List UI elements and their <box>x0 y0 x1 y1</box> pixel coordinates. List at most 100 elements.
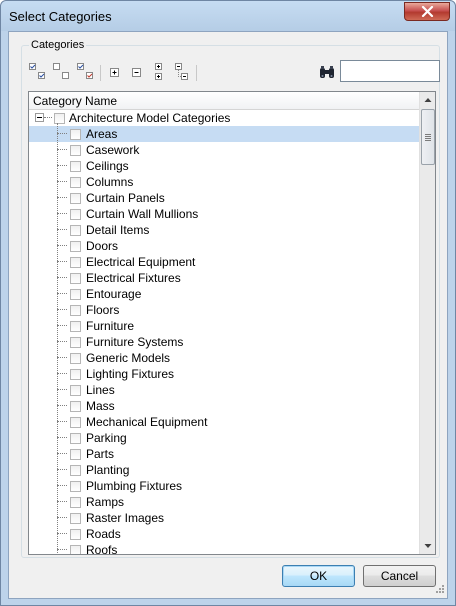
close-button[interactable] <box>404 2 450 21</box>
tree-item[interactable]: Mass <box>29 398 419 414</box>
tree-item[interactable]: Furniture Systems <box>29 334 419 350</box>
tree-item-label: Ceilings <box>86 159 129 173</box>
tree-item-label: Curtain Panels <box>86 191 165 205</box>
tree-item[interactable]: Electrical Equipment <box>29 254 419 270</box>
window-title: Select Categories <box>9 9 112 24</box>
tree-item[interactable]: Curtain Panels <box>29 190 419 206</box>
tree-item[interactable]: Roofs <box>29 542 419 554</box>
tree-rows: Architecture Model Categories Areas Casew… <box>29 110 419 554</box>
tree-item[interactable]: Furniture <box>29 318 419 334</box>
check-all-icon[interactable] <box>28 62 48 82</box>
tree-item-checkbox[interactable] <box>70 465 81 476</box>
tree-item-checkbox[interactable] <box>70 369 81 380</box>
tree-item-checkbox[interactable] <box>70 385 81 396</box>
resize-grip-icon[interactable] <box>433 584 445 596</box>
tree-item[interactable]: Columns <box>29 174 419 190</box>
tree-item-checkbox[interactable] <box>70 177 81 188</box>
check-selected-icon[interactable] <box>76 62 96 82</box>
tree-item-checkbox[interactable] <box>70 321 81 332</box>
tree-item-checkbox[interactable] <box>70 289 81 300</box>
collapse-level-icon[interactable] <box>172 62 192 82</box>
tree-item-checkbox[interactable] <box>70 513 81 524</box>
tree-item[interactable]: Areas <box>29 126 419 142</box>
close-icon <box>421 6 434 17</box>
tree-item-label: Electrical Equipment <box>86 255 196 269</box>
tree-item[interactable]: Curtain Wall Mullions <box>29 206 419 222</box>
toolbar-separator <box>100 65 101 81</box>
tree-item[interactable]: Entourage <box>29 286 419 302</box>
tree-item-checkbox[interactable] <box>70 337 81 348</box>
categories-group-label: Categories <box>29 39 87 51</box>
tree-item-label: Parking <box>86 431 127 445</box>
tree-item-checkbox[interactable] <box>70 353 81 364</box>
tree-item[interactable]: Electrical Fixtures <box>29 270 419 286</box>
scrollbar-thumb[interactable] <box>421 109 435 165</box>
tree-item-label: Mechanical Equipment <box>86 415 208 429</box>
tree-item-label: Parts <box>86 447 115 461</box>
tree-item-label: Roads <box>86 527 121 541</box>
tree-item-label: Curtain Wall Mullions <box>86 207 199 221</box>
tree-item[interactable]: Roads <box>29 526 419 542</box>
tree-item-checkbox[interactable] <box>70 193 81 204</box>
tree-item-label: Doors <box>86 239 119 253</box>
tree-root-item[interactable]: Architecture Model Categories <box>29 110 419 126</box>
tree-item-checkbox[interactable] <box>70 433 81 444</box>
vertical-scrollbar[interactable] <box>419 92 435 554</box>
tree-item-checkbox[interactable] <box>70 401 81 412</box>
tree-item[interactable]: Ceilings <box>29 158 419 174</box>
tree-item[interactable]: Ramps <box>29 494 419 510</box>
tree-item-label: Plumbing Fixtures <box>86 479 183 493</box>
tree-item-checkbox[interactable] <box>70 305 81 316</box>
tree-item-checkbox[interactable] <box>70 417 81 428</box>
tree-item-checkbox[interactable] <box>70 161 81 172</box>
tree-item-checkbox[interactable] <box>70 481 81 492</box>
binoculars-icon[interactable] <box>318 65 336 81</box>
tree-item-checkbox[interactable] <box>70 545 81 554</box>
tree-item-label: Lines <box>86 383 115 397</box>
tree-item[interactable]: Parts <box>29 446 419 462</box>
tree-item-label: Planting <box>86 463 130 477</box>
cancel-button[interactable]: Cancel <box>363 565 436 587</box>
tree-item[interactable]: Parking <box>29 430 419 446</box>
tree-item-checkbox[interactable] <box>70 257 81 268</box>
tree-item-checkbox[interactable] <box>70 529 81 540</box>
tree-item[interactable]: Detail Items <box>29 222 419 238</box>
tree-item[interactable]: Floors <box>29 302 419 318</box>
collapse-all-icon[interactable] <box>127 62 147 82</box>
tree-item-checkbox[interactable] <box>70 129 81 140</box>
tree-item-checkbox[interactable] <box>70 209 81 220</box>
tree-item[interactable]: Mechanical Equipment <box>29 414 419 430</box>
column-header-label: Category Name <box>33 94 118 108</box>
tree-item-checkbox[interactable] <box>70 273 81 284</box>
tree-item[interactable]: Lines <box>29 382 419 398</box>
tree-item[interactable]: Planting <box>29 462 419 478</box>
title-bar[interactable]: Select Categories <box>1 1 455 31</box>
ok-button[interactable]: OK <box>282 565 355 587</box>
tree-item[interactable]: Lighting Fixtures <box>29 366 419 382</box>
tree-item-checkbox[interactable] <box>70 145 81 156</box>
tree-item-label: Areas <box>86 127 118 141</box>
tree-item-checkbox[interactable] <box>70 449 81 460</box>
column-header[interactable]: Category Name <box>29 92 419 110</box>
root-checkbox[interactable] <box>54 113 65 124</box>
tree-item-checkbox[interactable] <box>70 225 81 236</box>
tree-item-checkbox[interactable] <box>70 497 81 508</box>
tree-item-checkbox[interactable] <box>70 241 81 252</box>
uncheck-all-icon[interactable] <box>52 62 72 82</box>
tree-item[interactable]: Plumbing Fixtures <box>29 478 419 494</box>
scroll-up-icon[interactable] <box>420 92 435 108</box>
collapse-toggle-icon[interactable] <box>35 113 44 122</box>
tree-item[interactable]: Raster Images <box>29 510 419 526</box>
scroll-down-icon[interactable] <box>420 538 435 554</box>
search-input[interactable] <box>340 60 440 82</box>
categories-group: Categories Category Name Architecture Mo… <box>21 39 440 558</box>
tree-item[interactable]: Generic Models <box>29 350 419 366</box>
tree-item[interactable]: Doors <box>29 238 419 254</box>
expand-level-icon[interactable] <box>150 62 170 82</box>
expand-all-icon[interactable] <box>105 62 125 82</box>
tree-connector-line <box>57 123 58 553</box>
tree-item-label: Lighting Fixtures <box>86 367 175 381</box>
category-tree[interactable]: Category Name Architecture Model Categor… <box>28 91 436 555</box>
tree-item-label: Floors <box>86 303 120 317</box>
tree-item[interactable]: Casework <box>29 142 419 158</box>
